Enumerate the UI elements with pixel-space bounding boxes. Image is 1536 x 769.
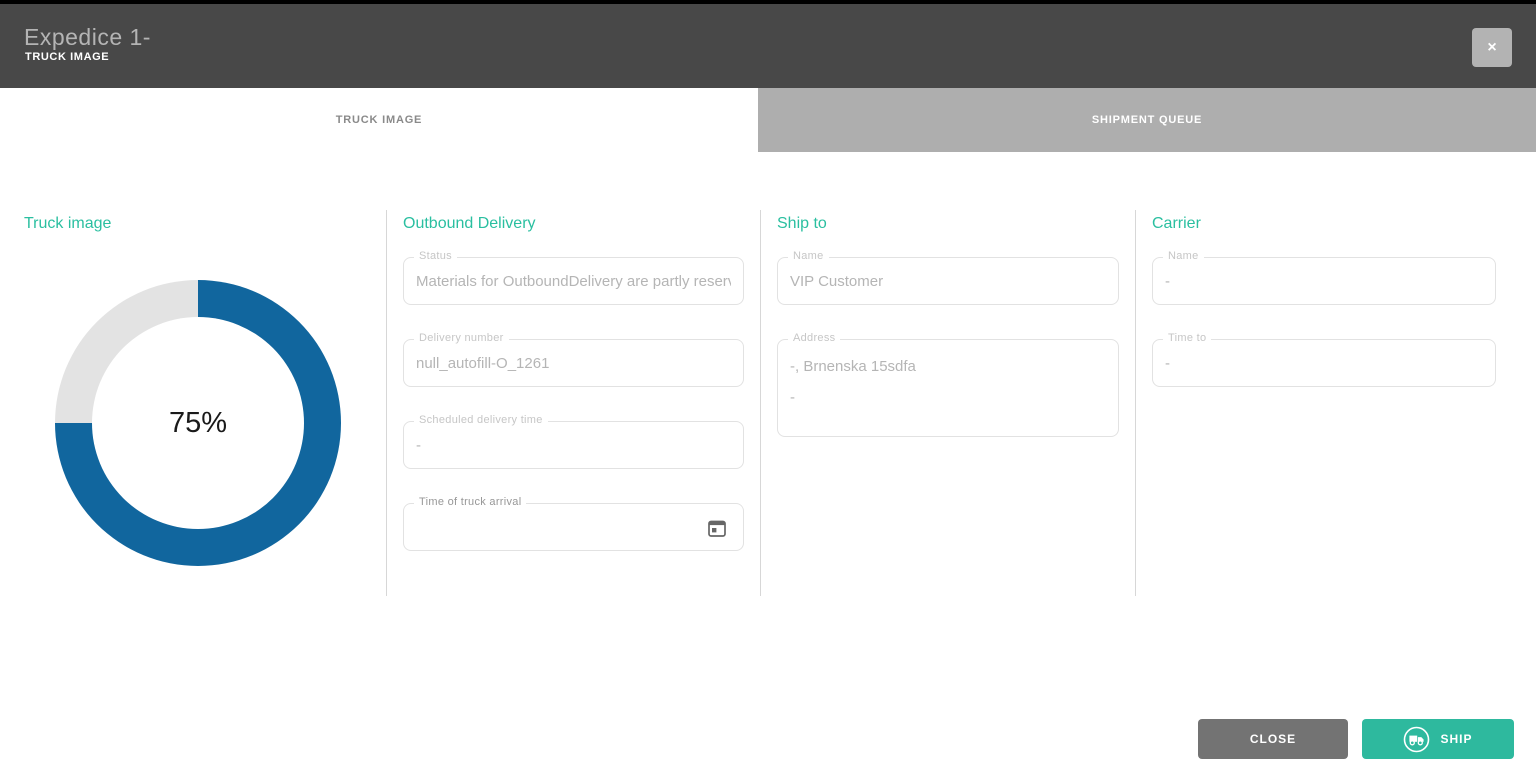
section-title-ship-to: Ship to [777,215,827,233]
ship-to-address-label: Address [788,332,840,344]
ship-to-address-field: Address -, Brnenska 15sdfa - [777,339,1119,437]
section-title-outbound-delivery: Outbound Delivery [403,215,536,233]
ship-button-label: SHIP [1440,732,1472,746]
ship-to-name-value: VIP Customer [790,258,1106,304]
ship-to-name-field: Name VIP Customer [777,257,1119,305]
close-button[interactable]: CLOSE [1198,719,1348,759]
delivery-number-value: null_autofill-O_1261 [416,340,731,386]
divider [760,210,761,596]
divider [1135,210,1136,596]
donut-hole: 75% [92,317,304,529]
calendar-icon[interactable] [707,518,727,538]
modal-subtitle: TRUCK IMAGE [25,51,109,63]
carrier-time-to-field: Time to - [1152,339,1496,387]
truck-icon [1403,726,1430,753]
ship-button[interactable]: SHIP [1362,719,1514,759]
ship-to-address-line2: - [790,389,795,406]
divider [386,210,387,596]
tab-bar: TRUCK IMAGE SHIPMENT QUEUE [0,88,1536,152]
truck-image-modal: Expedice 1- TRUCK IMAGE × TRUCK IMAGE SH… [0,0,1536,769]
close-icon[interactable]: × [1472,28,1512,67]
delivery-number-field: Delivery number null_autofill-O_1261 [403,339,744,387]
status-value: Materials for OutboundDelivery are partl… [416,258,731,304]
status-field: Status Materials for OutboundDelivery ar… [403,257,744,305]
tab-shipment-queue[interactable]: SHIPMENT QUEUE [758,88,1536,152]
time-of-truck-arrival-field[interactable]: Time of truck arrival [403,503,744,551]
section-title-carrier: Carrier [1152,215,1201,233]
scheduled-delivery-time-field: Scheduled delivery time - [403,421,744,469]
carrier-time-to-value: - [1165,340,1483,386]
modal-title: Expedice 1- [24,24,151,51]
modal-header: Expedice 1- TRUCK IMAGE × [0,4,1536,88]
ship-to-address-line1: -, Brnenska 15sdfa [790,358,916,375]
carrier-name-field: Name - [1152,257,1496,305]
truck-fill-percent: 75% [169,407,227,440]
tab-truck-image[interactable]: TRUCK IMAGE [0,88,758,152]
truck-fill-donut: 75% [55,280,341,566]
time-of-truck-arrival-value[interactable] [416,504,731,550]
close-button-label: CLOSE [1250,732,1296,746]
scheduled-delivery-time-value: - [416,422,731,468]
section-title-truck-image: Truck image [24,215,111,233]
carrier-name-value: - [1165,258,1483,304]
